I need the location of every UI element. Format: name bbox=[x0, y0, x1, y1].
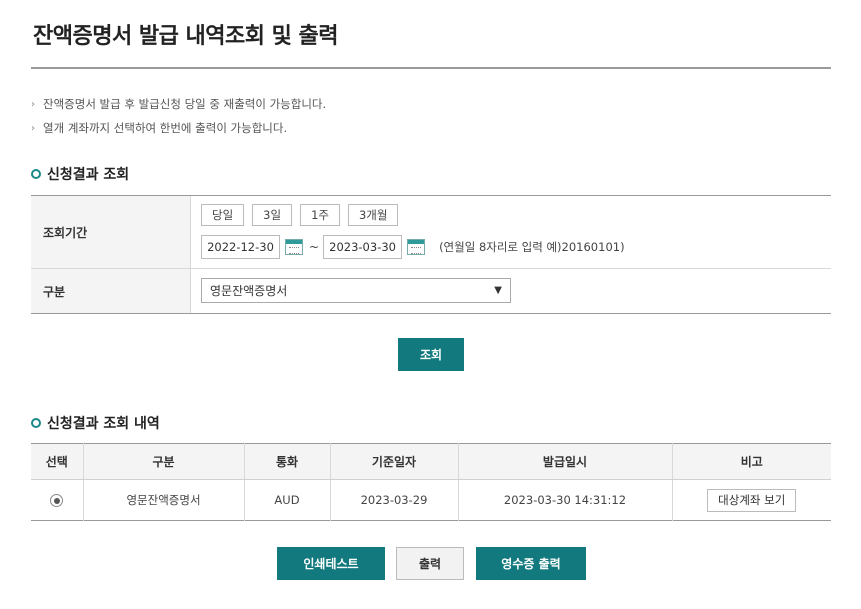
print-button[interactable]: 출력 bbox=[396, 547, 464, 580]
period-controls: 당일 3일 1주 3개월 2022-12-30 ~ 2023-03-30 (연월… bbox=[191, 196, 831, 268]
kind-select-value: 영문잔액증명서 bbox=[210, 284, 288, 298]
period-3months-button[interactable]: 3개월 bbox=[347, 204, 399, 226]
remark-cell: 대상계좌 보기 bbox=[672, 480, 831, 521]
quick-period-buttons: 당일 3일 1주 3개월 bbox=[201, 204, 821, 226]
kind-controls: 영문잔액증명서 ▼ bbox=[191, 269, 831, 313]
section-title-text: 신청결과 조회 내역 bbox=[47, 416, 160, 432]
date-from-input[interactable]: 2022-12-30 bbox=[201, 235, 280, 259]
col-kind: 구분 bbox=[83, 443, 245, 480]
result-table: 선택 구분 통화 기준일자 발급일시 비고 영문잔액증명서 AUD 2023-0… bbox=[31, 443, 831, 521]
calendar-icon[interactable] bbox=[285, 239, 303, 255]
base-date-cell: 2023-03-29 bbox=[330, 479, 459, 521]
table-row: 영문잔액증명서 AUD 2023-03-29 2023-03-30 14:31:… bbox=[31, 479, 831, 521]
chevron-right-icon: › bbox=[31, 122, 35, 134]
notice-item: › 열개 계좌까지 선택하여 한번에 출력이 가능합니다. bbox=[31, 116, 326, 140]
period-today-button[interactable]: 당일 bbox=[201, 204, 245, 226]
col-base-date: 기준일자 bbox=[330, 443, 459, 480]
col-remark: 비고 bbox=[672, 443, 831, 480]
search-form: 조회기간 당일 3일 1주 3개월 2022-12-30 ~ 2023-03-3… bbox=[31, 195, 831, 314]
period-1week-button[interactable]: 1주 bbox=[300, 204, 340, 226]
ring-bullet-icon bbox=[31, 169, 41, 179]
issued-at-cell: 2023-03-30 14:31:12 bbox=[458, 479, 673, 521]
calendar-icon[interactable] bbox=[407, 239, 426, 255]
section-title-text: 신청결과 조회 bbox=[47, 167, 130, 183]
date-separator: ~ bbox=[309, 240, 320, 254]
period-3days-button[interactable]: 3일 bbox=[252, 204, 293, 226]
table-header-row: 선택 구분 통화 기준일자 발급일시 비고 bbox=[31, 443, 831, 480]
search-button[interactable]: 조회 bbox=[398, 338, 464, 371]
ring-bullet-icon bbox=[31, 418, 41, 428]
chevron-right-icon: › bbox=[31, 98, 35, 110]
view-accounts-button[interactable]: 대상계좌 보기 bbox=[707, 488, 797, 512]
search-section-title: 신청결과 조회 bbox=[31, 164, 129, 184]
kind-select[interactable]: 영문잔액증명서 ▼ bbox=[201, 278, 511, 303]
date-range: 2022-12-30 ~ 2023-03-30 (연월일 8자리로 입력 예)2… bbox=[201, 235, 821, 259]
select-cell bbox=[31, 479, 84, 521]
col-issued-at: 발급일시 bbox=[458, 443, 673, 480]
date-to-input[interactable]: 2023-03-30 bbox=[323, 235, 403, 259]
period-label: 조회기간 bbox=[31, 196, 191, 268]
kind-cell: 영문잔액증명서 bbox=[83, 479, 245, 521]
page-title: 잔액증명서 발급 내역조회 및 출력 bbox=[33, 24, 339, 49]
kind-row: 구분 영문잔액증명서 ▼ bbox=[31, 269, 831, 313]
notice-item: › 잔액증명서 발급 후 발급신청 당일 중 재출력이 가능합니다. bbox=[31, 92, 326, 116]
date-format-hint: (연월일 8자리로 입력 예)20160101) bbox=[439, 240, 625, 254]
title-divider bbox=[31, 67, 831, 69]
print-test-button[interactable]: 인쇄테스트 bbox=[277, 547, 385, 580]
kind-label: 구분 bbox=[31, 269, 191, 313]
col-select: 선택 bbox=[31, 443, 84, 480]
notice-list: › 잔액증명서 발급 후 발급신청 당일 중 재출력이 가능합니다. › 열개 … bbox=[31, 92, 326, 140]
chevron-down-icon: ▼ bbox=[494, 285, 502, 296]
notice-text: 열개 계좌까지 선택하여 한번에 출력이 가능합니다. bbox=[43, 121, 288, 135]
receipt-print-button[interactable]: 영수증 출력 bbox=[476, 547, 586, 580]
currency-cell: AUD bbox=[244, 479, 331, 521]
row-radio[interactable] bbox=[50, 494, 64, 507]
col-currency: 통화 bbox=[244, 443, 331, 480]
result-section-title: 신청결과 조회 내역 bbox=[31, 413, 160, 433]
notice-text: 잔액증명서 발급 후 발급신청 당일 중 재출력이 가능합니다. bbox=[43, 97, 327, 111]
period-row: 조회기간 당일 3일 1주 3개월 2022-12-30 ~ 2023-03-3… bbox=[31, 196, 831, 269]
